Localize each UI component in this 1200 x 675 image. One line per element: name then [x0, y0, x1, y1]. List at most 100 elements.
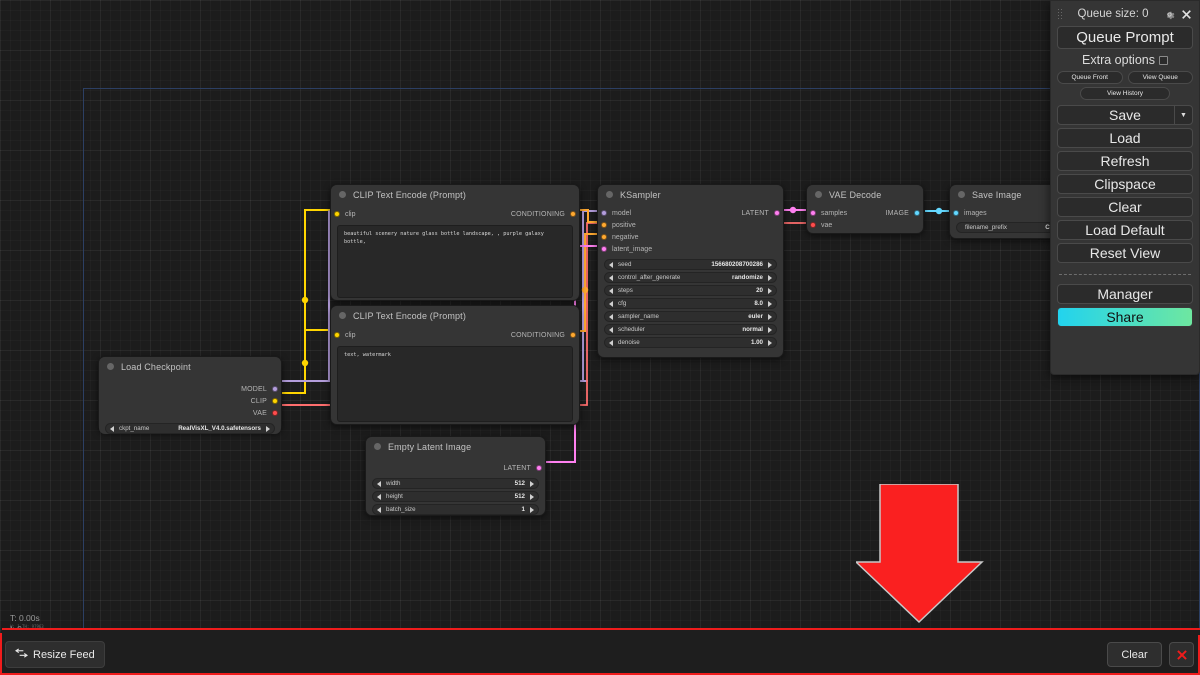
extra-options-checkbox[interactable]: [1158, 55, 1168, 65]
drag-handle-icon[interactable]: [1057, 8, 1063, 20]
output-slot-vae[interactable]: VAE: [99, 407, 281, 419]
feed-clear-button[interactable]: Clear: [1107, 642, 1162, 667]
slot-dot-latent-icon[interactable]: [810, 210, 816, 216]
refresh-button[interactable]: Refresh: [1057, 151, 1193, 171]
node-title-bar[interactable]: Load Checkpoint: [99, 357, 281, 376]
input-slot-vae[interactable]: vae: [807, 219, 923, 231]
gear-icon[interactable]: [1163, 8, 1176, 21]
reset-view-button[interactable]: Reset View: [1057, 243, 1193, 263]
widget-decrement-icon[interactable]: [377, 506, 381, 513]
input-slot-model[interactable]: model LATENT: [598, 207, 783, 219]
node-title-bar[interactable]: KSampler: [598, 185, 783, 204]
slot-dot-image-icon[interactable]: [914, 210, 920, 216]
share-button[interactable]: Share: [1057, 307, 1193, 327]
collapse-dot-icon[interactable]: [107, 363, 114, 370]
node-clip-text-encode-positive[interactable]: CLIP Text Encode (Prompt) clip CONDITION…: [330, 184, 580, 301]
chevron-down-icon[interactable]: ▼: [1174, 106, 1192, 124]
widget-decrement-icon[interactable]: [609, 339, 613, 346]
input-slot-clip[interactable]: clip CONDITIONING: [331, 207, 579, 221]
input-slot-latent-image[interactable]: latent_image: [598, 243, 783, 255]
widget-seed[interactable]: seed 156680208700286: [604, 259, 777, 270]
view-history-button[interactable]: View History: [1080, 87, 1170, 100]
node-title-bar[interactable]: CLIP Text Encode (Prompt): [331, 185, 579, 204]
view-queue-button[interactable]: View Queue: [1127, 71, 1193, 84]
node-empty-latent-image[interactable]: Empty Latent Image LATENT width 512 heig…: [365, 436, 546, 516]
widget-decrement-icon[interactable]: [110, 425, 114, 432]
widget-increment-icon[interactable]: [768, 274, 772, 281]
slot-dot-model-icon[interactable]: [272, 386, 278, 392]
slot-dot-conditioning-icon[interactable]: [601, 234, 607, 240]
slot-dot-vae-icon[interactable]: [272, 410, 278, 416]
widget-decrement-icon[interactable]: [609, 300, 613, 307]
output-slot-clip[interactable]: CLIP: [99, 395, 281, 407]
widget-increment-icon[interactable]: [266, 425, 270, 432]
widget-decrement-icon[interactable]: [377, 493, 381, 500]
widget-increment-icon[interactable]: [530, 506, 534, 513]
slot-dot-latent-icon[interactable]: [774, 210, 780, 216]
close-icon[interactable]: [1180, 8, 1193, 21]
widget-steps[interactable]: steps 20: [604, 285, 777, 296]
image-feed-bar[interactable]: W: 1 TH: 97963 Resize Feed Clear: [0, 624, 1200, 675]
node-clip-text-encode-negative[interactable]: CLIP Text Encode (Prompt) clip CONDITION…: [330, 305, 580, 425]
queue-prompt-button[interactable]: Queue Prompt: [1057, 26, 1193, 49]
collapse-dot-icon[interactable]: [815, 191, 822, 198]
widget-decrement-icon[interactable]: [609, 313, 613, 320]
load-default-button[interactable]: Load Default: [1057, 220, 1193, 240]
widget-increment-icon[interactable]: [768, 300, 772, 307]
clear-button[interactable]: Clear: [1057, 197, 1193, 217]
output-slot-model[interactable]: MODEL: [99, 383, 281, 395]
widget-width[interactable]: width 512: [372, 478, 539, 489]
slot-dot-vae-icon[interactable]: [810, 222, 816, 228]
feed-close-button[interactable]: [1169, 642, 1194, 667]
widget-decrement-icon[interactable]: [609, 287, 613, 294]
input-slot-negative[interactable]: negative: [598, 231, 783, 243]
save-button[interactable]: Save: [1057, 105, 1193, 125]
slot-dot-image-icon[interactable]: [953, 210, 959, 216]
widget-ckpt-name[interactable]: ckpt_name RealVisXL_V4.0.safetensors: [105, 423, 275, 434]
widget-increment-icon[interactable]: [768, 287, 772, 294]
slot-dot-clip-icon[interactable]: [272, 398, 278, 404]
collapse-dot-icon[interactable]: [374, 443, 381, 450]
widget-increment-icon[interactable]: [768, 313, 772, 320]
node-load-checkpoint[interactable]: Load Checkpoint MODEL CLIP VAE ckpt_name…: [98, 356, 282, 434]
widget-increment-icon[interactable]: [768, 339, 772, 346]
widget-increment-icon[interactable]: [768, 261, 772, 268]
prompt-textarea-negative[interactable]: text, watermark: [337, 346, 573, 422]
widget-decrement-icon[interactable]: [609, 274, 613, 281]
widget-increment-icon[interactable]: [530, 493, 534, 500]
extra-options-row[interactable]: Extra options: [1057, 53, 1193, 67]
widget-decrement-icon[interactable]: [377, 480, 381, 487]
widget-increment-icon[interactable]: [530, 480, 534, 487]
slot-dot-conditioning-icon[interactable]: [570, 211, 576, 217]
widget-decrement-icon[interactable]: [609, 261, 613, 268]
input-slot-clip[interactable]: clip CONDITIONING: [331, 328, 579, 342]
collapse-dot-icon[interactable]: [958, 191, 965, 198]
slot-dot-model-icon[interactable]: [601, 210, 607, 216]
input-slot-positive[interactable]: positive: [598, 219, 783, 231]
slot-dot-conditioning-icon[interactable]: [601, 222, 607, 228]
clipspace-button[interactable]: Clipspace: [1057, 174, 1193, 194]
slot-dot-conditioning-icon[interactable]: [570, 332, 576, 338]
node-ksampler[interactable]: KSampler model LATENT positive negative …: [597, 184, 784, 358]
queue-front-button[interactable]: Queue Front: [1057, 71, 1123, 84]
manager-button[interactable]: Manager: [1057, 284, 1193, 304]
widget-denoise[interactable]: denoise 1.00: [604, 337, 777, 348]
node-title-bar[interactable]: CLIP Text Encode (Prompt): [331, 306, 579, 325]
widget-sampler-name[interactable]: sampler_name euler: [604, 311, 777, 322]
output-slot-latent[interactable]: LATENT: [366, 462, 545, 474]
collapse-dot-icon[interactable]: [339, 312, 346, 319]
slot-dot-clip-icon[interactable]: [334, 211, 340, 217]
comfy-menu-panel[interactable]: Queue size: 0 Queue Prompt Extra options…: [1050, 0, 1200, 375]
slot-dot-latent-icon[interactable]: [536, 465, 542, 471]
node-title-bar[interactable]: Empty Latent Image: [366, 437, 545, 456]
widget-height[interactable]: height 512: [372, 491, 539, 502]
input-slot-samples[interactable]: samples IMAGE: [807, 207, 923, 219]
widget-cfg[interactable]: cfg 8.0: [604, 298, 777, 309]
node-title-bar[interactable]: VAE Decode: [807, 185, 923, 204]
slot-dot-clip-icon[interactable]: [334, 332, 340, 338]
collapse-dot-icon[interactable]: [339, 191, 346, 198]
widget-batch-size[interactable]: batch_size 1: [372, 504, 539, 515]
widget-scheduler[interactable]: scheduler normal: [604, 324, 777, 335]
node-vae-decode[interactable]: VAE Decode samples IMAGE vae: [806, 184, 924, 234]
widget-control-after-generate[interactable]: control_after_generate randomize: [604, 272, 777, 283]
